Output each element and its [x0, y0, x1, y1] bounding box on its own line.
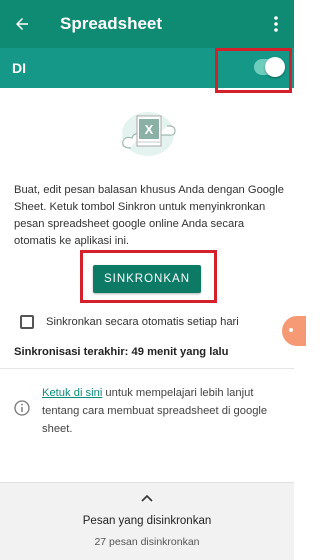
switch-knob	[265, 57, 285, 77]
enable-switch[interactable]	[254, 57, 285, 77]
spreadsheet-illustration: X	[122, 112, 176, 156]
more-vert-icon	[274, 16, 278, 32]
sync-button[interactable]: SINKRONKAN	[93, 265, 201, 293]
chevron-up-icon[interactable]	[139, 493, 155, 505]
auto-sync-checkbox[interactable]	[20, 315, 34, 329]
synced-messages-count: 27 pesan disinkronkan	[94, 536, 200, 548]
floating-side-button[interactable]	[282, 316, 306, 346]
divider	[0, 368, 294, 369]
back-button[interactable]	[0, 0, 44, 48]
description-text: Buat, edit pesan balasan khusus Anda den…	[14, 184, 284, 247]
app-bar: Spreadsheet	[0, 0, 294, 48]
page-title: Spreadsheet	[60, 14, 163, 33]
auto-sync-label: Sinkronkan secara otomatis setiap hari	[46, 316, 239, 328]
synced-messages-title: Pesan yang disinkronkan	[82, 515, 212, 527]
arrow-left-icon	[16, 18, 28, 30]
learn-more-link[interactable]: Ketuk di sini	[42, 387, 102, 399]
auto-sync-row[interactable]: Sinkronkan secara otomatis setiap hari	[20, 312, 280, 332]
overflow-menu-button[interactable]	[258, 0, 294, 48]
svg-text:X: X	[145, 122, 154, 137]
info-icon	[14, 400, 30, 416]
dot-icon	[289, 328, 293, 332]
last-sync-status: Sinkronisasi terakhir: 49 menit yang lal…	[14, 346, 229, 358]
bottom-sheet[interactable]: Pesan yang disinkronkan 27 pesan disinkr…	[0, 482, 294, 560]
info-text: Ketuk di sini untuk mempelajari lebih la…	[42, 384, 282, 438]
